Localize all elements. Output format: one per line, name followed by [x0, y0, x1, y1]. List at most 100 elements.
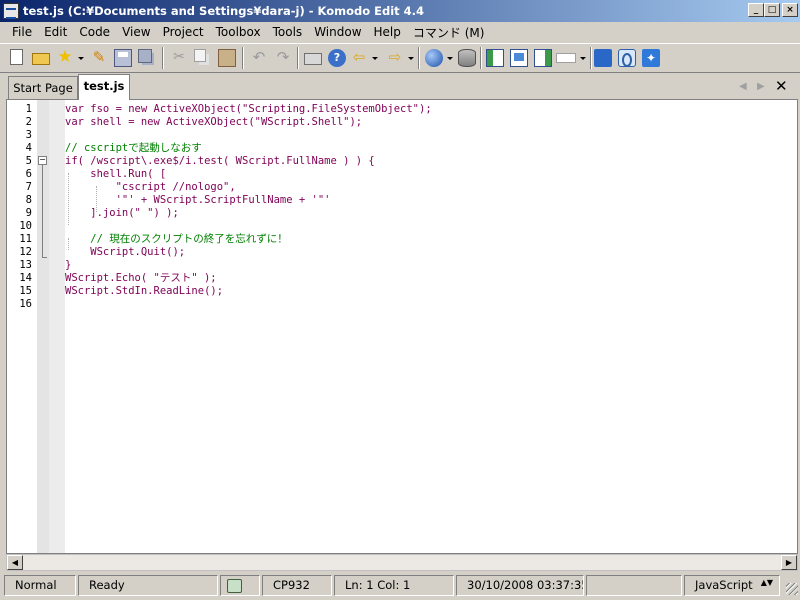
language-selector[interactable]: JavaScript ▲▼	[684, 575, 780, 596]
tab-start-page[interactable]: Start Page	[8, 76, 78, 100]
line-number: 4	[25, 142, 32, 154]
line-number: 6	[25, 168, 32, 180]
tab-scroll-right-icon[interactable]: ▶	[757, 81, 765, 92]
code-line[interactable]: ].join(" ") );	[65, 207, 179, 220]
line-number: 15	[19, 285, 32, 297]
mail-icon[interactable]	[594, 49, 612, 67]
fold-line	[42, 165, 43, 257]
star-icon[interactable]: ★	[56, 49, 74, 67]
field-icon[interactable]	[556, 53, 576, 63]
field-dropdown-icon[interactable]	[580, 57, 586, 60]
language-label: JavaScript	[695, 578, 753, 592]
code-line[interactable]: var shell = new ActiveXObject("WScript.S…	[65, 116, 362, 129]
code-line[interactable]: var fso = new ActiveXObject("Scripting.F…	[65, 103, 432, 116]
code-line[interactable]: WScript.Echo( "テスト" );	[65, 272, 217, 285]
globe-icon[interactable]	[425, 49, 443, 67]
back-icon[interactable]: ⇦	[350, 49, 368, 67]
paste-icon[interactable]	[218, 49, 236, 67]
code-line[interactable]: '"' + WScript.ScriptFullName + '"'	[65, 194, 331, 207]
komodo-icon[interactable]	[618, 49, 636, 67]
minimize-button[interactable]: _	[748, 3, 764, 17]
code-line[interactable]: WScript.Quit();	[65, 246, 185, 259]
pencil-icon[interactable]: ✎	[90, 49, 108, 67]
status-encoding[interactable]: CP932	[262, 575, 332, 596]
code-line[interactable]: "cscript //nologo",	[65, 181, 236, 194]
line-number: 12	[19, 246, 32, 258]
line-number: 16	[19, 298, 32, 310]
resize-grip[interactable]	[786, 583, 798, 595]
tab-scroll-left-icon[interactable]: ◀	[739, 81, 747, 92]
fold-margin[interactable]	[37, 100, 49, 553]
menu-view[interactable]: View	[116, 25, 156, 39]
fold-toggle-icon[interactable]: −	[38, 156, 47, 165]
window-title: test.js (C:¥Documents and Settings¥dara-…	[23, 4, 425, 18]
menu-help[interactable]: Help	[368, 25, 407, 39]
menu-bar: File Edit Code View Project Toolbox Tool…	[0, 22, 800, 42]
code-line[interactable]: if( /wscript\.exe$/i.test( WScript.FullN…	[65, 155, 375, 168]
toolbar-separator	[297, 47, 299, 69]
print-icon[interactable]	[304, 53, 322, 65]
back-dropdown-icon[interactable]	[372, 57, 378, 60]
right-pane-icon[interactable]	[534, 49, 552, 67]
menu-toolbox[interactable]: Toolbox	[210, 25, 267, 39]
forward-dropdown-icon[interactable]	[408, 57, 414, 60]
code-line[interactable]: shell.Run( [	[65, 168, 166, 181]
line-number: 9	[25, 207, 32, 219]
status-message: Ready	[78, 575, 218, 596]
maximize-button[interactable]: □	[764, 3, 780, 17]
close-button[interactable]: ×	[782, 3, 798, 17]
line-number: 5	[25, 155, 32, 167]
tab-test-js[interactable]: test.js	[78, 74, 130, 100]
status-mode: Normal	[4, 575, 76, 596]
save-icon[interactable]	[114, 49, 132, 67]
cut-icon[interactable]: ✂	[170, 49, 188, 67]
menu-code[interactable]: Code	[73, 25, 116, 39]
status-bar: Normal Ready CP932 Ln: 1 Col: 1 30/10/20…	[0, 572, 800, 600]
window-controls: _ □ ×	[748, 3, 798, 17]
close-tab-icon[interactable]: ✕	[775, 77, 788, 95]
code-line[interactable]: }	[65, 259, 71, 272]
redo-icon[interactable]: ↷	[274, 49, 292, 67]
puzzle-icon[interactable]: ✦	[642, 49, 660, 67]
line-number: 7	[25, 181, 32, 193]
forward-icon[interactable]: ⇨	[386, 49, 404, 67]
status-timestamp: 30/10/2008 03:37:35	[456, 575, 584, 596]
menu-commands[interactable]: コマンド (M)	[407, 24, 491, 41]
line-number: 10	[19, 220, 32, 232]
komodo-app-icon[interactable]	[3, 3, 19, 19]
menu-file[interactable]: File	[6, 25, 38, 39]
scroll-right-icon[interactable]: ▶	[781, 555, 797, 570]
bottom-pane-icon[interactable]	[510, 49, 528, 67]
code-line[interactable]: WScript.StdIn.ReadLine();	[65, 285, 223, 298]
undo-icon[interactable]: ↶	[250, 49, 268, 67]
code-line[interactable]: // cscriptで起動しなおす	[65, 142, 202, 155]
toolbar-separator	[480, 47, 482, 69]
save-all-icon[interactable]	[138, 49, 152, 63]
help-icon[interactable]: ?	[328, 49, 346, 67]
menu-tools[interactable]: Tools	[267, 25, 309, 39]
database-icon[interactable]	[458, 49, 476, 67]
line-number: 14	[19, 272, 32, 284]
menu-window[interactable]: Window	[308, 25, 367, 39]
code-editor[interactable]: − 1 2 3 4 5 6 7 8 9 10 11 12 13 14 15 16…	[6, 99, 798, 554]
open-folder-icon[interactable]	[32, 53, 50, 65]
left-pane-icon[interactable]	[486, 49, 504, 67]
lint-check-icon[interactable]	[227, 578, 242, 593]
marker-margin	[49, 100, 65, 553]
line-number: 13	[19, 259, 32, 271]
status-lint[interactable]	[220, 575, 260, 596]
new-file-icon[interactable]	[10, 49, 23, 65]
horizontal-scrollbar[interactable]: ◀ ▶	[6, 554, 798, 571]
code-line[interactable]: // 現在のスクリプトの終了を忘れずに！	[65, 233, 287, 246]
globe-dropdown-icon[interactable]	[447, 57, 453, 60]
language-spinner-icon[interactable]: ▲▼	[761, 579, 773, 587]
star-dropdown-icon[interactable]	[78, 57, 84, 60]
main-toolbar: ★ ✎ ✂ ↶ ↷ ? ⇦ ⇨ ✦	[0, 43, 800, 73]
copy-icon[interactable]	[194, 49, 206, 62]
title-bar[interactable]: test.js (C:¥Documents and Settings¥dara-…	[0, 0, 800, 22]
fold-end-marker	[42, 257, 47, 258]
menu-project[interactable]: Project	[157, 25, 210, 39]
line-number: 2	[25, 116, 32, 128]
menu-edit[interactable]: Edit	[38, 25, 73, 39]
scroll-left-icon[interactable]: ◀	[7, 555, 23, 570]
